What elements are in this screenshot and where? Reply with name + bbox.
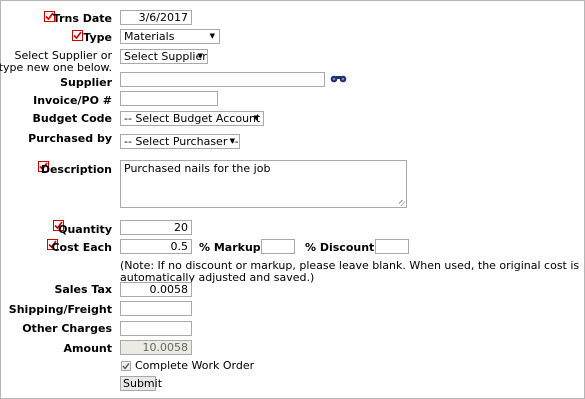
required-check-icon bbox=[72, 30, 83, 41]
cost-note: (Note: If no discount or markup, please … bbox=[120, 259, 580, 284]
dropdown-arrow-icon: ▼ bbox=[197, 52, 203, 60]
budget-code-value: -- Select Budget Account -- bbox=[124, 112, 264, 125]
dropdown-arrow-icon: ▼ bbox=[253, 114, 259, 122]
budget-code-select[interactable]: -- Select Budget Account -- ▼ bbox=[120, 111, 264, 126]
dropdown-arrow-icon: ▼ bbox=[209, 32, 215, 40]
purchased-by-label: Purchased by bbox=[28, 132, 112, 145]
shipping-input[interactable] bbox=[120, 301, 192, 316]
purchased-by-value: -- Select Purchaser -- bbox=[124, 135, 239, 148]
complete-work-order-checkbox[interactable] bbox=[121, 361, 131, 371]
discount-label: % Discount bbox=[305, 241, 375, 254]
dropdown-arrow-icon: ▼ bbox=[229, 137, 235, 145]
quantity-label: Quantity bbox=[58, 223, 112, 236]
type-label: Type bbox=[83, 31, 112, 44]
cost-each-input[interactable]: 0.5 bbox=[120, 239, 192, 254]
supplier-label: Supplier bbox=[60, 76, 112, 89]
purchase-entry-form: Trns Date 3/6/2017 Type Materials ▼ Selec… bbox=[0, 0, 585, 399]
supplier-input[interactable] bbox=[120, 72, 325, 87]
discount-input[interactable] bbox=[375, 239, 409, 254]
description-text: Purchased nails for the job bbox=[124, 162, 271, 175]
type-select-value: Materials bbox=[124, 30, 175, 43]
resize-handle-icon[interactable] bbox=[399, 200, 405, 206]
supplier-hint-line2: type new one below. bbox=[0, 61, 112, 74]
budget-code-label: Budget Code bbox=[32, 112, 112, 125]
description-label: Description bbox=[40, 163, 112, 176]
sales-tax-input[interactable]: 0.0058 bbox=[120, 282, 192, 297]
binoculars-icon[interactable] bbox=[330, 73, 347, 83]
select-supplier-value: Select Supplier bbox=[124, 50, 207, 63]
quantity-input[interactable]: 20 bbox=[120, 220, 192, 235]
type-select[interactable]: Materials ▼ bbox=[120, 29, 220, 44]
markup-input[interactable] bbox=[261, 239, 295, 254]
sales-tax-label: Sales Tax bbox=[54, 283, 112, 296]
submit-button[interactable]: Submit bbox=[120, 376, 162, 391]
markup-label: % Markup bbox=[199, 241, 261, 254]
shipping-label: Shipping/Freight bbox=[8, 303, 112, 316]
amount-readonly-field: 10.0058 bbox=[120, 340, 192, 355]
amount-label: Amount bbox=[63, 342, 112, 355]
other-charges-label: Other Charges bbox=[22, 322, 112, 335]
select-supplier-dropdown[interactable]: Select Supplier ▼ bbox=[120, 49, 208, 64]
trns-date-input[interactable]: 3/6/2017 bbox=[120, 10, 192, 25]
other-charges-input[interactable] bbox=[120, 321, 192, 336]
invoice-label: Invoice/PO # bbox=[33, 94, 112, 107]
complete-work-order-label: Complete Work Order bbox=[135, 359, 255, 372]
cost-each-label: Cost Each bbox=[51, 241, 112, 254]
invoice-input[interactable] bbox=[120, 91, 218, 106]
purchased-by-select[interactable]: -- Select Purchaser -- ▼ bbox=[120, 134, 240, 149]
description-textarea[interactable]: Purchased nails for the job bbox=[120, 160, 407, 208]
trns-date-label: Trns Date bbox=[52, 12, 112, 25]
